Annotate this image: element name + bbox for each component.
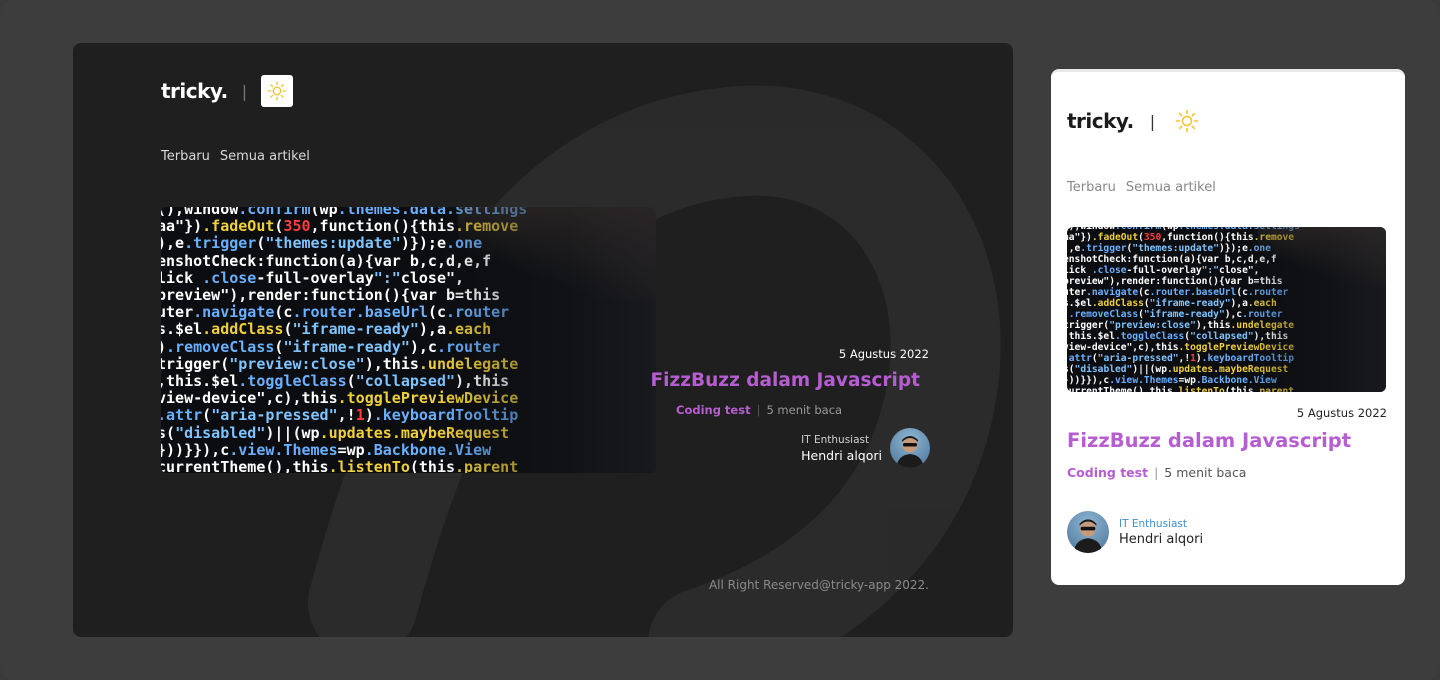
post-title[interactable]: FizzBuzz dalam Javascript	[651, 370, 920, 391]
post-thumbnail[interactable]: (),window.confirm(wp.themes.data.setting…	[161, 207, 656, 473]
post-meta: Coding test | 5 menit baca	[676, 403, 842, 417]
post-tag[interactable]: Coding test	[676, 403, 751, 417]
main-nav: Terbaru Semua artikel	[1067, 180, 1216, 195]
avatar	[1067, 511, 1109, 553]
nav-item-semua-artikel[interactable]: Semua artikel	[220, 149, 310, 164]
author-block: IT Enthusiast Hendri alqori	[801, 428, 930, 468]
nav-item-terbaru[interactable]: Terbaru	[1067, 180, 1116, 195]
header-separator: |	[1149, 111, 1156, 131]
sun-icon	[267, 81, 287, 101]
post-thumbnail[interactable]: (),window.confirm(wp.themes.data.setting…	[1067, 227, 1386, 392]
author-name: Hendri alqori	[801, 447, 882, 463]
dark-theme-preview: tricky. | Terbaru Semua artikel (),windo…	[73, 43, 1013, 637]
nav-item-semua-artikel[interactable]: Semua artikel	[1126, 180, 1216, 195]
brand-logo[interactable]: tricky.	[161, 79, 228, 103]
main-nav: Terbaru Semua artikel	[161, 149, 310, 164]
showcase-frame: tricky. | Terbaru Semua artikel (),windo…	[0, 0, 1440, 680]
post-title[interactable]: FizzBuzz dalam Javascript	[1067, 429, 1351, 452]
footer-copyright: All Right Reserved@tricky-app 2022.	[708, 578, 929, 592]
post-date: 5 Agustus 2022	[838, 347, 929, 361]
author-block: IT Enthusiast Hendri alqori	[1067, 511, 1203, 553]
meta-separator: |	[1154, 465, 1159, 480]
header: tricky. |	[161, 75, 294, 107]
author-role: IT Enthusiast	[1119, 517, 1187, 530]
light-theme-preview: tricky. | Terbaru Semua artikel (),wi	[1051, 69, 1405, 585]
post-date: 5 Agustus 2022	[1296, 406, 1387, 420]
nav-item-terbaru[interactable]: Terbaru	[161, 149, 210, 164]
post-tag[interactable]: Coding test	[1067, 465, 1148, 480]
sun-icon	[1175, 109, 1199, 133]
avatar	[890, 428, 930, 468]
author-name: Hendri alqori	[1119, 531, 1204, 547]
header-separator: |	[241, 81, 248, 101]
post-meta: Coding test | 5 menit baca	[1067, 465, 1246, 480]
meta-separator: |	[756, 403, 761, 417]
read-time: 5 menit baca	[766, 403, 843, 417]
header: tricky. |	[1067, 105, 1203, 137]
author-role: IT Enthusiast	[801, 433, 870, 446]
theme-toggle-button[interactable]	[261, 75, 294, 107]
read-time: 5 menit baca	[1164, 465, 1247, 480]
theme-toggle-button[interactable]	[1171, 105, 1203, 137]
brand-logo[interactable]: tricky.	[1067, 109, 1134, 133]
